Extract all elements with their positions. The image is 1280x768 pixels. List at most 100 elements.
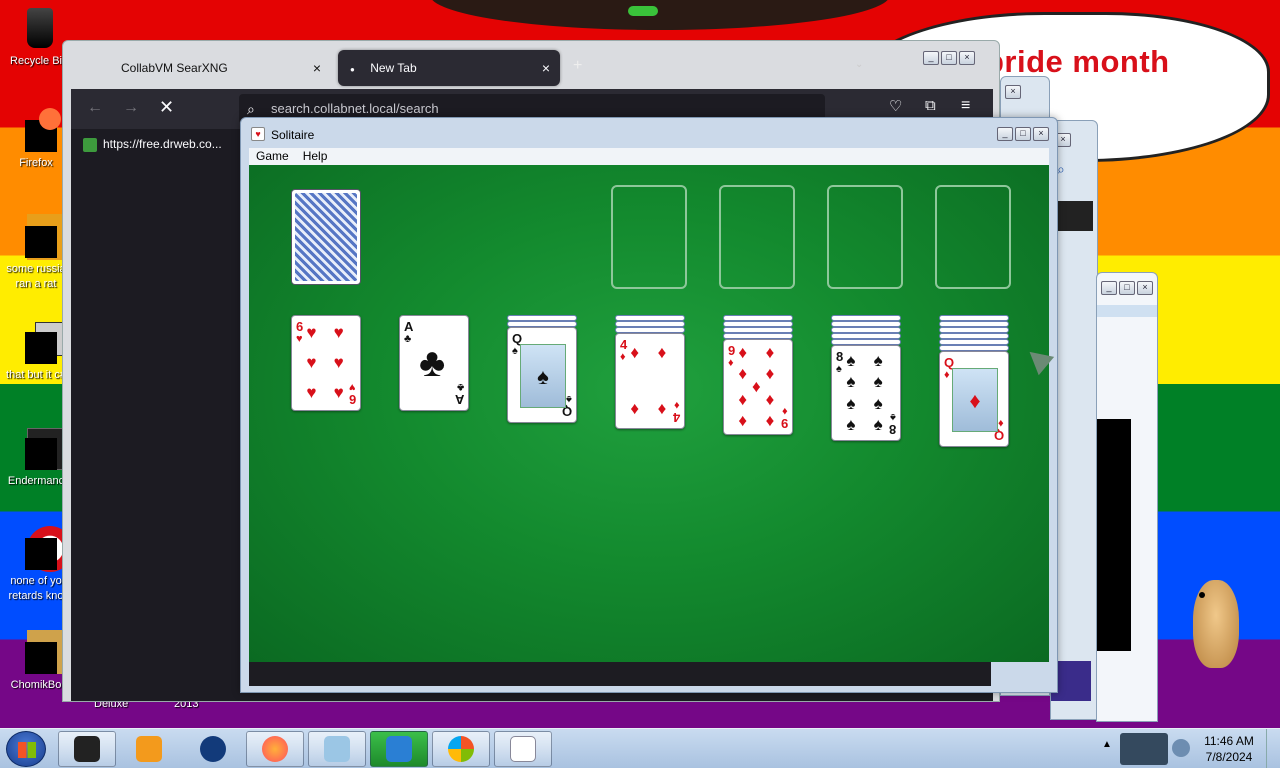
card-rank: 4 bbox=[672, 410, 680, 425]
card-suit: ♥ bbox=[296, 333, 303, 345]
game-board[interactable]: 6 ♥ 6 ♥ ♥ ♥ ♥ ♥ ♥ ♥ A ♣ A ♣ ♣ Q ♠ Q ♠ ♠ 4 ♦ 4 ♦ ♦ ♦ ♦ ♦ 9 ♦ 9 ♦ ♦ ♦ ♦ ♦ ♦ ♦ ♦ ♦… bbox=[249, 165, 1049, 662]
minimize-button[interactable]: _ bbox=[923, 51, 939, 65]
card-suit: ♦ bbox=[728, 357, 734, 369]
card-suit: ♣ bbox=[404, 333, 412, 345]
card-pip: ♥ bbox=[306, 353, 317, 372]
windows-stack-icon bbox=[13, 320, 69, 366]
tray-expand-icon[interactable]: ▲ bbox=[1102, 739, 1112, 750]
firefox-icon bbox=[262, 736, 288, 762]
playing-card[interactable]: 8 ♠ 8 ♠ ♠ ♠ ♠ ♠ ♠ ♠ ♠ ♠ bbox=[831, 345, 901, 441]
card-rank: 9 bbox=[780, 416, 788, 431]
card-pip: ♠ bbox=[846, 351, 856, 371]
banner-text: pride month bbox=[985, 44, 1170, 79]
playing-card[interactable]: Q ♦ Q ♦ ♦ bbox=[939, 351, 1009, 447]
hamster-mascot bbox=[1183, 570, 1249, 670]
tray-network-icon[interactable] bbox=[1120, 733, 1168, 765]
forward-arrow-icon[interactable]: → bbox=[123, 99, 139, 117]
card-pip: ♦ bbox=[738, 363, 748, 383]
window-title: Solitaire bbox=[271, 128, 315, 142]
document-icon bbox=[13, 214, 73, 260]
card-suit: ♠ bbox=[566, 393, 572, 405]
stop-loading-icon[interactable]: ✕ bbox=[159, 97, 174, 118]
playing-card[interactable]: 9 ♦ 9 ♦ ♦ ♦ ♦ ♦ ♦ ♦ ♦ ♦ ♦ bbox=[723, 339, 793, 435]
playing-card[interactable]: A ♣ A ♣ ♣ bbox=[399, 315, 469, 411]
tray-volume-icon[interactable] bbox=[1172, 739, 1190, 757]
recycle-bin-icon bbox=[13, 6, 59, 52]
card-pip: ♠ bbox=[873, 351, 883, 371]
solitaire-window: ♥ Solitaire _ □ × Game Help 6 ♥ 6 ♥ ♥ ♥ ♥ ♥ ♥ ♥ A ♣ A… bbox=[240, 117, 1058, 693]
close-button[interactable]: × bbox=[1033, 127, 1049, 141]
card-rank: 8 bbox=[888, 422, 896, 437]
pocket-icon[interactable]: ♡ bbox=[889, 97, 902, 115]
tab-list-chevron-icon[interactable]: ⌄ bbox=[855, 59, 863, 70]
card-rank: 9 bbox=[728, 343, 736, 358]
foundation-slot[interactable] bbox=[719, 185, 795, 289]
tab-close-button[interactable]: × bbox=[313, 50, 321, 86]
search-icon[interactable]: ⌕ bbox=[1057, 161, 1093, 181]
card-pip: ♣ bbox=[419, 341, 446, 385]
malwarebytes-icon bbox=[386, 736, 412, 762]
taskbar-item-solitaire[interactable] bbox=[494, 731, 552, 767]
url-text: search.collabnet.local/search bbox=[271, 101, 439, 116]
solitaire-app-icon: ♥ bbox=[251, 127, 265, 141]
window-controls: _ □ × bbox=[923, 51, 975, 65]
card-rank: 4 bbox=[620, 337, 628, 352]
menu-bar: Game Help bbox=[249, 148, 1049, 165]
face-card-art: ♠ bbox=[520, 344, 566, 408]
card-rank: 6 bbox=[296, 319, 304, 334]
stock-pile[interactable] bbox=[291, 189, 361, 285]
background-window: _ □ × bbox=[1096, 272, 1158, 722]
card-suit: ♦ bbox=[998, 417, 1004, 429]
clock-time: 11:46 AM bbox=[1204, 734, 1254, 748]
card-pip: ♦ bbox=[765, 390, 775, 410]
clock-date: 7/8/2024 bbox=[1205, 750, 1253, 764]
tab-collabvm-searxng[interactable]: CollabVM SearXNG × bbox=[109, 50, 331, 86]
taskbar-item-terminal[interactable] bbox=[58, 731, 116, 767]
foundation-slot[interactable] bbox=[611, 185, 687, 289]
taskbar-item-malwarebytes[interactable] bbox=[370, 731, 428, 767]
taskbar-item-globe[interactable] bbox=[184, 731, 242, 767]
taskbar-item-windows[interactable] bbox=[432, 731, 490, 767]
system-clock[interactable]: 11:46 AM 7/8/2024 bbox=[1196, 733, 1262, 765]
tab-close-button[interactable]: × bbox=[542, 50, 550, 86]
tab-strip: CollabVM SearXNG × ● New Tab × + ⌄ _ □ × bbox=[63, 41, 999, 89]
menu-help[interactable]: Help bbox=[296, 148, 335, 165]
taskbar-item-explorer[interactable] bbox=[308, 731, 366, 767]
card-rank: A bbox=[454, 392, 464, 407]
card-rank: A bbox=[404, 319, 414, 334]
windows-logo-icon bbox=[18, 742, 36, 758]
foundation-slot[interactable] bbox=[827, 185, 903, 289]
taskbar-item-media-player[interactable] bbox=[120, 731, 178, 767]
card-pip: ♦ bbox=[630, 342, 640, 362]
card-suit: ♦ bbox=[944, 369, 950, 381]
card-pip: ♠ bbox=[846, 394, 856, 414]
maximize-button[interactable]: □ bbox=[1015, 127, 1031, 141]
start-button[interactable] bbox=[6, 731, 46, 767]
back-arrow-icon[interactable]: ← bbox=[87, 99, 103, 117]
foundation-slot[interactable] bbox=[935, 185, 1011, 289]
minimize-button[interactable]: _ bbox=[997, 127, 1013, 141]
extensions-icon[interactable]: ⧉ bbox=[925, 97, 936, 114]
tab-new-tab[interactable]: ● New Tab × bbox=[338, 50, 560, 86]
playing-card[interactable]: Q ♠ Q ♠ ♠ bbox=[507, 327, 577, 423]
card-pip: ♦ bbox=[765, 343, 775, 363]
opera-icon bbox=[13, 526, 73, 572]
new-tab-button[interactable]: + bbox=[573, 57, 582, 75]
menu-game[interactable]: Game bbox=[249, 148, 296, 165]
card-suit: ♦ bbox=[674, 399, 680, 411]
status-bar bbox=[249, 662, 991, 686]
card-pip: ♦ bbox=[752, 377, 761, 396]
playing-card[interactable]: 6 ♥ 6 ♥ ♥ ♥ ♥ ♥ ♥ ♥ bbox=[291, 315, 361, 411]
card-pip: ♦ bbox=[657, 342, 667, 362]
maximize-button[interactable]: □ bbox=[941, 51, 957, 65]
card-suit: ♠ bbox=[836, 363, 842, 375]
menu-icon[interactable]: ≡ bbox=[961, 97, 970, 115]
media-player-icon bbox=[136, 736, 162, 762]
taskbar-item-firefox[interactable] bbox=[246, 731, 304, 767]
close-button[interactable]: × bbox=[959, 51, 975, 65]
bookmark-item[interactable]: https://free.drweb.co... bbox=[83, 137, 222, 152]
card-suit: ♠ bbox=[890, 411, 896, 423]
show-desktop-button[interactable] bbox=[1266, 729, 1280, 768]
terminal-icon bbox=[13, 426, 73, 472]
playing-card[interactable]: 4 ♦ 4 ♦ ♦ ♦ ♦ ♦ bbox=[615, 333, 685, 429]
